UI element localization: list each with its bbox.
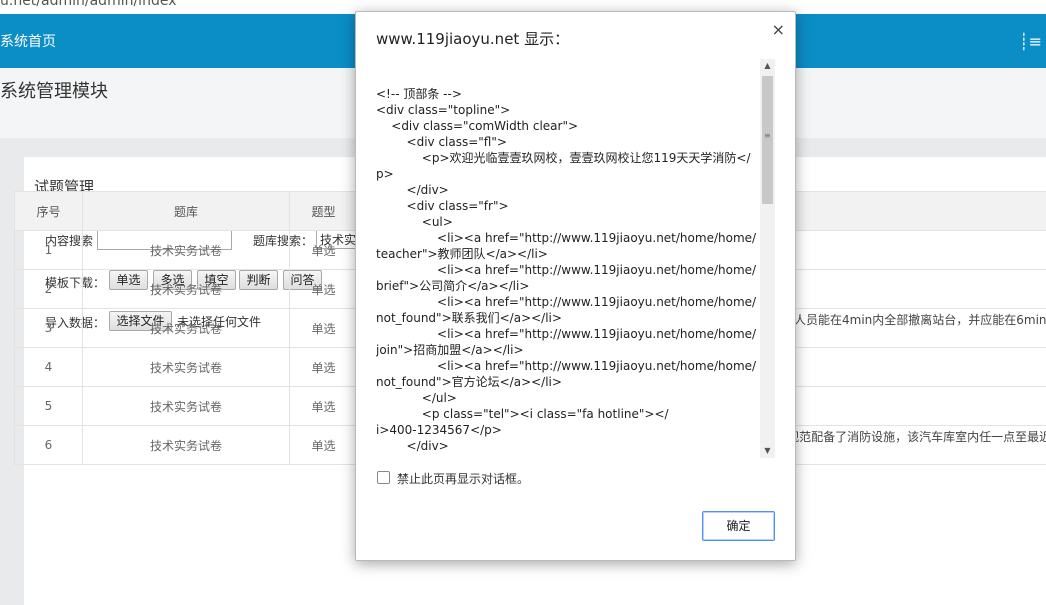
dialog-code-line: </div> [376, 183, 449, 197]
dialog-code-line: <li><a href="http://www.119jiaoyu.net/ho… [376, 295, 756, 309]
header-type: 题型 [289, 191, 358, 231]
header-index: 序号 [14, 191, 83, 231]
row-index: 4 [14, 347, 83, 387]
dialog-scrollbar[interactable]: ▲ ≡ ▼ [760, 59, 775, 458]
dialog-code-line: </ul> [376, 391, 457, 405]
scroll-thumb[interactable]: ≡ [762, 76, 773, 204]
dialog-code-line: <ul> [376, 215, 453, 229]
dialog-code-line: <p class="tel"><i class="fa hotline"></ [376, 407, 669, 421]
module-title: 系统管理模块 [0, 81, 108, 102]
dialog-code-line: not_found">联系我们</a></li> [376, 311, 562, 325]
row-bank: 技术实务试卷 [82, 425, 290, 465]
dialog-code-line: <div class="comWidth clear"> [376, 119, 579, 133]
row-type: 单选 [289, 230, 358, 270]
dialog-code-line: <li><a href="http://www.119jiaoyu.net/ho… [376, 327, 756, 341]
suppress-dialog-label[interactable]: 禁止此页再显示对话框。 [397, 470, 529, 487]
dialog-code-line: </div> [376, 439, 449, 453]
row-index: 3 [14, 308, 83, 348]
dialog-code-line: <!-- 顶部条 --> [376, 87, 462, 101]
dialog-code-line: brief">公司简介</a></li> [376, 279, 530, 293]
close-icon[interactable]: × [772, 20, 785, 39]
row-bank: 技术实务试卷 [82, 230, 290, 270]
row-type: 单选 [289, 425, 358, 465]
dialog-title: www.119jiaoyu.net 显示： [376, 30, 570, 48]
suppress-dialog-checkbox[interactable] [377, 471, 390, 484]
scroll-down-arrow-icon[interactable]: ▼ [760, 444, 775, 458]
row-bank: 技术实务试卷 [82, 386, 290, 426]
dialog-code-line: <div class="topline"> [376, 103, 511, 117]
ok-button[interactable]: 确定 [702, 511, 775, 541]
row-index: 1 [14, 230, 83, 270]
row-type: 单选 [289, 386, 358, 426]
scroll-up-arrow-icon[interactable]: ▲ [760, 59, 775, 73]
dialog-message: <!-- 顶部条 --> <div class="topline"> <div c… [376, 64, 756, 456]
dialog-code-line: <li><a href="http://www.119jiaoyu.net/ho… [376, 231, 756, 245]
dialog-code-line: <li><a href="http://www.119jiaoyu.net/ho… [376, 359, 756, 373]
dialog-code-line: join">招商加盟</a></li> [376, 343, 524, 357]
row-index: 2 [14, 269, 83, 309]
row-type: 单选 [289, 269, 358, 309]
dialog-code-line: <li><a href="http://www.119jiaoyu.net/ho… [376, 263, 756, 277]
row-bank: 技术实务试卷 [82, 347, 290, 387]
header-bank: 题库 [82, 191, 290, 231]
dialog-code-line: <div class="fl"> [376, 135, 507, 149]
dialog-code-line: p> [376, 167, 394, 181]
row-type: 单选 [289, 347, 358, 387]
dialog-code-line: </div> [376, 454, 433, 456]
dialog-code-line: not_found">官方论坛</a></li> [376, 375, 562, 389]
dialog-code-line: <div class="fr"> [376, 199, 509, 213]
address-bar-text: u.net/admin/admin/index [0, 0, 177, 9]
dialog-code-line: <p>欢迎光临壹壹玖网校，壹壹玖网校让您119天天学消防</ [376, 151, 751, 165]
dialog-code-line: i>400-1234567</p> [376, 423, 502, 437]
row-bank: 技术实务试卷 [82, 269, 290, 309]
dialog-code-line: teacher">教师团队</a></li> [376, 247, 548, 261]
hamburger-icon[interactable]: ┊≡ [1019, 32, 1042, 51]
alert-dialog: www.119jiaoyu.net 显示： × <!-- 顶部条 --> <div… [355, 11, 796, 561]
row-bank: 技术实务试卷 [82, 308, 290, 348]
nav-home-link[interactable]: 系统首页 [0, 31, 56, 51]
row-type: 单选 [289, 308, 358, 348]
row-index: 6 [14, 425, 83, 465]
row-index: 5 [14, 386, 83, 426]
